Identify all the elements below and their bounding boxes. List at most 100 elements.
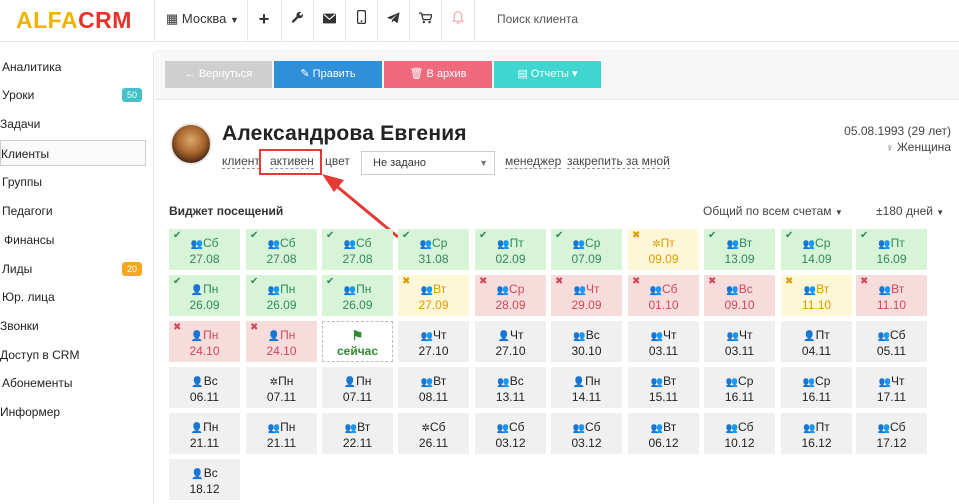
lesson-cell[interactable]: 👥Чт 17.11	[856, 367, 927, 408]
bell-icon[interactable]	[443, 0, 473, 42]
lesson-cell[interactable]: ✖ 👥Вт 11.10	[781, 275, 852, 316]
lesson-cell[interactable]: 👥Ср 16.11	[704, 367, 775, 408]
sidebar-item-informer[interactable]: Информер	[0, 399, 146, 425]
assign-to-me-link[interactable]: закрепить за мной	[567, 155, 670, 169]
lesson-cell[interactable]: ✔ 👥Пт 16.09	[856, 229, 927, 270]
sidebar-item-groups[interactable]: Группы	[0, 169, 146, 195]
sidebar-item-analytics[interactable]: Аналитика	[0, 54, 146, 80]
manager-select[interactable]: Не задано ▼	[361, 151, 495, 175]
lesson-cell[interactable]: 👤Чт 27.10	[475, 321, 546, 362]
client-avatar	[170, 123, 212, 165]
lesson-cell[interactable]: 👥Вт 06.12	[628, 413, 699, 454]
lesson-cell[interactable]: 👥Чт 03.11	[704, 321, 775, 362]
sidebar-item-teachers[interactable]: Педагоги	[0, 198, 146, 224]
lesson-cell[interactable]: 👥Чт 03.11	[628, 321, 699, 362]
sidebar-item-label: Финансы	[4, 233, 55, 247]
account-filter-dropdown[interactable]: Общий по всем счетам ▼	[703, 204, 843, 218]
lesson-cell[interactable]: 👥Сб 03.12	[475, 413, 546, 454]
lesson-cell[interactable]: 👥Вт 15.11	[628, 367, 699, 408]
lesson-cell[interactable]: 👤Пн 07.11	[322, 367, 393, 408]
mail-icon[interactable]	[314, 0, 344, 42]
lesson-cell[interactable]: 👥Пн 21.11	[246, 413, 317, 454]
lesson-cell[interactable]: 👥Пт 16.12	[781, 413, 852, 454]
lesson-cell[interactable]: ✖ 👤Пн 24.10	[246, 321, 317, 362]
lesson-cell[interactable]: 👤Вс 18.12	[169, 459, 240, 500]
lesson-cell[interactable]: ✔ 👥Пн 26.09	[246, 275, 317, 316]
lesson-cell[interactable]: ✔ 👥Сб 27.08	[246, 229, 317, 270]
lesson-cell[interactable]: 👥Сб 17.12	[856, 413, 927, 454]
lesson-cell[interactable]: ✖ ✲Пт 09.09	[628, 229, 699, 270]
city-dropdown[interactable]: ▦ Москва ▼	[166, 0, 239, 42]
sidebar-item-label: Доступ в CRM	[0, 348, 80, 362]
sidebar-item-calls[interactable]: Звонки	[0, 313, 146, 339]
lesson-cell[interactable]: 👤Пн 21.11	[169, 413, 240, 454]
telegram-icon[interactable]	[378, 0, 408, 42]
lesson-date: 26.11	[418, 436, 449, 450]
lesson-cell[interactable]: ✔ 👥Вт 13.09	[704, 229, 775, 270]
sidebar-item-lessons[interactable]: Уроки 50	[0, 82, 146, 108]
lesson-cell[interactable]: ✖ 👥Вт 27.09	[398, 275, 469, 316]
sidebar-item-clients[interactable]: Клиенты	[0, 140, 146, 166]
lesson-weekday: Сб	[661, 282, 678, 296]
client-type-link[interactable]: клиент	[222, 155, 260, 169]
sidebar-item-crm-access[interactable]: Доступ в CRM	[0, 342, 146, 368]
lesson-cell[interactable]: ✖ 👥Вт 11.10	[856, 275, 927, 316]
edit-button[interactable]: ✎ Править	[274, 61, 382, 88]
lesson-cell[interactable]: ✔ 👥Сб 27.08	[322, 229, 393, 270]
phone-icon[interactable]	[346, 0, 376, 42]
lesson-cell[interactable]: ✲Сб 26.11	[398, 413, 469, 454]
lesson-cell[interactable]: ✖ 👥Сб 01.10	[628, 275, 699, 316]
lesson-cell[interactable]: 👤Пн 14.11	[551, 367, 622, 408]
lesson-cell[interactable]: ✖ 👥Ср 28.09	[475, 275, 546, 316]
lesson-cell[interactable]: ✲Пн 07.11	[246, 367, 317, 408]
sidebar-item-finance[interactable]: Финансы	[0, 227, 146, 253]
person-icon: 👤	[191, 469, 204, 480]
lesson-cell[interactable]: ✖ 👥Вс 09.10	[704, 275, 775, 316]
lesson-cell[interactable]: ✔ 👥Ср 07.09	[551, 229, 622, 270]
now-marker-cell[interactable]: ⚑ сейчас	[322, 321, 393, 362]
lesson-cell[interactable]: 👥Вс 13.11	[475, 367, 546, 408]
lesson-date: 21.11	[266, 436, 297, 450]
cart-icon[interactable]	[410, 0, 440, 42]
lesson-cell[interactable]: 👥Вт 22.11	[322, 413, 393, 454]
person-icon: 👤	[803, 331, 816, 342]
lesson-cell[interactable]: 👥Сб 05.11	[856, 321, 927, 362]
reports-dropdown-button[interactable]: ▤ Отчеты ▾	[494, 61, 601, 88]
lesson-weekday: Сб	[202, 236, 219, 250]
archive-button[interactable]: 🗑 В архив	[384, 61, 492, 88]
lesson-cell[interactable]: 👤Вс 06.11	[169, 367, 240, 408]
check-icon: ✔	[555, 230, 564, 241]
lesson-cell[interactable]: ✖ 👥Чт 29.09	[551, 275, 622, 316]
lesson-cell[interactable]: ✔ 👥Пн 26.09	[322, 275, 393, 316]
client-search-input[interactable]: Поиск клиента	[497, 0, 578, 42]
lesson-cell[interactable]: ✔ 👥Сб 27.08	[169, 229, 240, 270]
sidebar-item-subscriptions[interactable]: Абонементы	[0, 370, 146, 396]
lesson-weekday: Сб	[429, 420, 446, 434]
lesson-cell[interactable]: 👤Пт 04.11	[781, 321, 852, 362]
lesson-cell[interactable]: ✔ 👥Ср 31.08	[398, 229, 469, 270]
lesson-cell[interactable]: 👥Чт 27.10	[398, 321, 469, 362]
back-button[interactable]: ← Вернуться	[165, 61, 272, 88]
lesson-cell[interactable]: 👥Сб 03.12	[551, 413, 622, 454]
group-icon: 👥	[877, 423, 890, 434]
sidebar-item-leads[interactable]: Лиды 20	[0, 256, 146, 282]
group-icon: 👥	[420, 331, 433, 342]
lesson-cell[interactable]: 👥Сб 10.12	[704, 413, 775, 454]
range-filter-dropdown[interactable]: ±180 дней ▼	[876, 204, 944, 218]
lesson-cell[interactable]: 👥Вт 08.11	[398, 367, 469, 408]
lesson-cell[interactable]: ✔ 👥Пт 02.09	[475, 229, 546, 270]
add-icon[interactable]: +	[249, 0, 279, 42]
alfacrm-logo[interactable]: ALFACRM	[16, 7, 132, 33]
lesson-cell[interactable]: 👥Вс 30.10	[551, 321, 622, 362]
lesson-date: 08.11	[418, 390, 449, 404]
sidebar-item-legal-entities[interactable]: Юр. лица	[0, 284, 146, 310]
lesson-cell[interactable]: ✔ 👥Ср 14.09	[781, 229, 852, 270]
person-icon: 👤	[572, 377, 586, 388]
wrench-icon[interactable]	[282, 0, 312, 42]
lesson-cell[interactable]: ✖ 👤Пн 24.10	[169, 321, 240, 362]
sidebar-item-tasks[interactable]: Задачи	[0, 111, 146, 137]
lesson-date: 13.11	[495, 390, 526, 404]
manager-link[interactable]: менеджер	[505, 155, 562, 169]
lesson-cell[interactable]: 👥Ср 16.11	[781, 367, 852, 408]
lesson-cell[interactable]: ✔ 👤Пн 26.09	[169, 275, 240, 316]
